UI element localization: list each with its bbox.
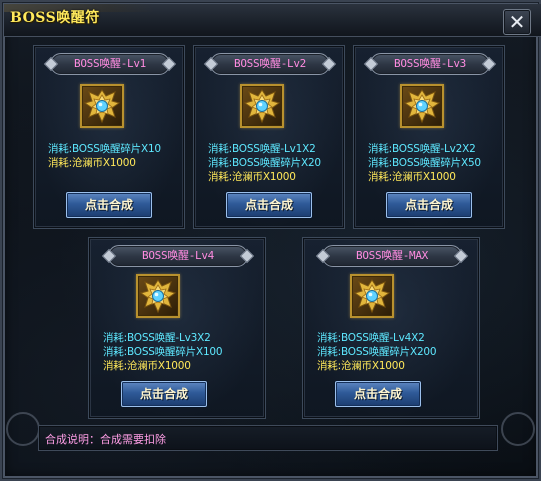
cost-line: 消耗:BOSS唤醒碎片X50 xyxy=(368,157,481,169)
synthesize-button-lv1[interactable]: 点击合成 xyxy=(66,192,152,218)
panel-title: BOSS唤醒-Lv2 xyxy=(210,53,330,75)
panel-title: BOSS唤醒-Lv3 xyxy=(370,53,490,75)
window-title: BOSS唤醒符 xyxy=(10,10,100,26)
golden-winged-emblem-icon[interactable] xyxy=(80,84,124,128)
cost-line: 消耗:沧澜币X1000 xyxy=(48,157,136,169)
panel-title: BOSS唤醒-Lv1 xyxy=(50,53,170,75)
panel-title: BOSS唤醒-Lv4 xyxy=(108,245,248,267)
title-bar[interactable]: BOSS唤醒符 ✕ xyxy=(4,4,541,37)
boss-awaken-window: BOSS唤醒符 ✕ BOSS唤醒-Lv1 消耗:BOSS唤醒碎片X10 消耗:沧… xyxy=(0,0,541,481)
close-icon: ✕ xyxy=(508,10,526,34)
synthesize-button-lv3[interactable]: 点击合成 xyxy=(386,192,472,218)
cost-line: 消耗:BOSS唤醒碎片X20 xyxy=(208,157,321,169)
recipe-panel-lv2: BOSS唤醒-Lv2 消耗:BOSS唤醒-Lv1X2 消耗:BOSS唤醒碎片X2… xyxy=(193,45,345,229)
cost-line: 消耗:BOSS唤醒碎片X100 xyxy=(103,346,223,358)
recipe-panel-max: BOSS唤醒-MAX 消耗:BOSS唤醒-Lv4X2 消耗:BOSS唤醒碎片X2… xyxy=(302,237,480,419)
cost-line: 消耗:BOSS唤醒碎片X200 xyxy=(317,346,437,358)
golden-winged-emblem-icon[interactable] xyxy=(136,274,180,318)
corner-ornament-left xyxy=(6,412,40,446)
cost-line: 消耗:沧澜币X1000 xyxy=(103,360,191,372)
cost-line: 消耗:沧澜币X1000 xyxy=(368,171,456,183)
synthesize-button-lv4[interactable]: 点击合成 xyxy=(121,381,207,407)
corner-ornament-right xyxy=(501,412,535,446)
recipe-panel-lv3: BOSS唤醒-Lv3 消耗:BOSS唤醒-Lv2X2 消耗:BOSS唤醒碎片X5… xyxy=(353,45,505,229)
golden-winged-emblem-icon[interactable] xyxy=(400,84,444,128)
synthesize-button-lv2[interactable]: 点击合成 xyxy=(226,192,312,218)
cost-line: 消耗:BOSS唤醒碎片X10 xyxy=(48,143,161,155)
golden-winged-emblem-icon[interactable] xyxy=(350,274,394,318)
cost-line: 消耗:BOSS唤醒-Lv2X2 xyxy=(368,143,476,155)
synthesis-note-bar: 合成说明：合成需要扣除 xyxy=(38,425,498,451)
cost-line: 消耗:BOSS唤醒-Lv3X2 xyxy=(103,332,211,344)
synthesis-note: 合成说明：合成需要扣除 xyxy=(45,433,166,446)
synthesize-button-max[interactable]: 点击合成 xyxy=(335,381,421,407)
golden-winged-emblem-icon[interactable] xyxy=(240,84,284,128)
panel-title: BOSS唤醒-MAX xyxy=(322,245,462,267)
close-button[interactable]: ✕ xyxy=(503,9,531,35)
cost-line: 消耗:BOSS唤醒-Lv4X2 xyxy=(317,332,425,344)
cost-line: 消耗:沧澜币X1000 xyxy=(317,360,405,372)
cost-line: 消耗:BOSS唤醒-Lv1X2 xyxy=(208,143,316,155)
cost-line: 消耗:沧澜币X1000 xyxy=(208,171,296,183)
recipe-panel-lv4: BOSS唤醒-Lv4 消耗:BOSS唤醒-Lv3X2 消耗:BOSS唤醒碎片X1… xyxy=(88,237,266,419)
recipe-panel-lv1: BOSS唤醒-Lv1 消耗:BOSS唤醒碎片X10 消耗:沧澜币X1000 点击… xyxy=(33,45,185,229)
